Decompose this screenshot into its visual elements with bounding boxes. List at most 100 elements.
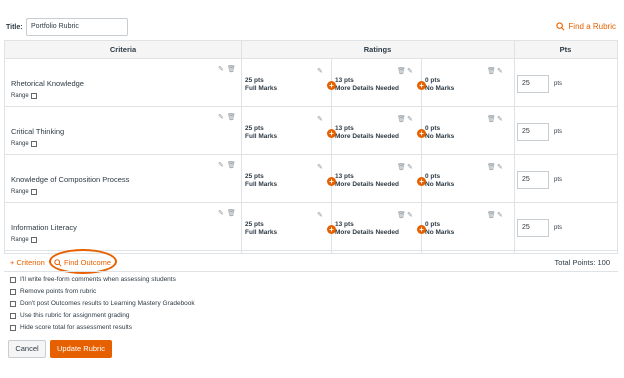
option-checkbox[interactable] [10,300,16,307]
edit-icon[interactable]: ✎ [497,67,503,75]
rating-cell[interactable]: 0 pts No Marks [425,221,454,237]
update-rubric-button[interactable]: Update Rubric [50,340,112,358]
rating-cell[interactable]: 13 pts More Details Needed [335,173,399,189]
trash-icon[interactable]: 🗑 [397,67,406,75]
edit-icon[interactable]: ✎ [317,163,323,171]
rating-cell[interactable]: 25 pts Full Marks [245,221,277,237]
rubric-option[interactable]: Use this rubric for assignment grading [10,312,129,319]
trash-icon[interactable]: 🗑 [487,67,496,75]
edit-icon[interactable]: ✎ [407,115,413,123]
rating-cell[interactable]: 0 pts No Marks [425,173,454,189]
range-label: Range [11,93,29,99]
option-checkbox[interactable] [10,324,16,331]
edit-icon[interactable]: ✎ [317,115,323,123]
edit-icon[interactable]: ✎ [407,211,413,219]
rating-points: 0 pts [425,221,441,228]
edit-icon[interactable]: ✎ [407,67,413,75]
trash-icon[interactable]: 🗑 [487,115,496,123]
criterion-row: Rhetorical Knowledge Range ✎ 🗑 25 pts Full Ma… [5,59,617,107]
rating-cell[interactable]: 0 pts No Marks [425,77,454,93]
rating-points: 25 pts [245,173,264,180]
rating-cell[interactable]: 13 pts More Details Needed [335,77,399,93]
search-icon [556,22,565,31]
trash-icon[interactable]: 🗑 [487,211,496,219]
edit-icon[interactable]: ✎ [497,211,503,219]
criterion-row: Information Literacy Range ✎ 🗑 25 pts Full Ma… [5,203,617,251]
rating-cell[interactable]: 13 pts More Details Needed [335,125,399,141]
rubric-option[interactable]: Hide score total for assessment results [10,324,132,331]
edit-icon[interactable]: ✎ [497,115,503,123]
trash-icon[interactable]: 🗑 [397,115,406,123]
range-checkbox[interactable] [30,189,37,195]
edit-icon[interactable]: ✎ [218,161,224,169]
range-toggle[interactable]: Range [11,237,37,243]
points-unit: pts [554,225,563,231]
trash-icon[interactable]: 🗑 [227,65,236,73]
points-input[interactable]: 25 [517,75,549,93]
rubric-option[interactable]: I'll write free-form comments when asses… [10,276,176,283]
add-criterion-button[interactable]: + Criterion [10,258,45,267]
edit-icon[interactable]: ✎ [218,113,224,121]
rating-description: No Marks [425,85,455,92]
rubric-option[interactable]: Don't post Outcomes results to Learning … [10,300,195,307]
criterion-name: Information Literacy [11,223,77,232]
rating-description: More Details Needed [335,181,399,188]
rating-points: 25 pts [245,125,264,132]
edit-icon[interactable]: ✎ [407,163,413,171]
rating-description: No Marks [425,133,455,140]
title-input[interactable]: Portfolio Rubric [26,18,128,36]
edit-icon[interactable]: ✎ [218,209,224,217]
range-toggle[interactable]: Range [11,189,37,195]
rubric-option[interactable]: Remove points from rubric [10,288,96,295]
edit-icon[interactable]: ✎ [317,211,323,219]
trash-icon[interactable]: 🗑 [487,163,496,171]
find-rubric-link[interactable]: Find a Rubric [556,22,616,31]
add-rating-icon[interactable]: + [417,129,426,138]
points-input[interactable]: 25 [517,171,549,189]
range-checkbox[interactable] [30,93,37,99]
option-label: I'll write free-form comments when asses… [20,276,176,283]
rating-points: 0 pts [425,173,441,180]
range-toggle[interactable]: Range [11,141,37,147]
option-checkbox[interactable] [10,288,16,295]
criterion-row: Critical Thinking Range ✎ 🗑 25 pts Full Marks… [5,107,617,155]
add-rating-icon[interactable]: + [417,81,426,90]
add-rating-icon[interactable]: + [327,81,336,90]
add-rating-icon[interactable]: + [327,177,336,186]
rating-points: 13 pts [335,77,354,84]
points-input[interactable]: 25 [517,123,549,141]
title-label: Title: [6,24,23,31]
trash-icon[interactable]: 🗑 [227,161,236,169]
points-unit: pts [554,177,563,183]
rating-cell[interactable]: 13 pts More Details Needed [335,221,399,237]
add-rating-icon[interactable]: + [417,225,426,234]
add-rating-icon[interactable]: + [417,177,426,186]
rating-cell[interactable]: 25 pts Full Marks [245,173,277,189]
trash-icon[interactable]: 🗑 [397,211,406,219]
add-rating-icon[interactable]: + [327,225,336,234]
rating-cell[interactable]: 0 pts No Marks [425,125,454,141]
range-label: Range [11,189,29,195]
edit-icon[interactable]: ✎ [317,67,323,75]
range-toggle[interactable]: Range [11,93,37,99]
rating-cell[interactable]: 25 pts Full Marks [245,77,277,93]
edit-icon[interactable]: ✎ [497,163,503,171]
trash-icon[interactable]: 🗑 [227,113,236,121]
edit-icon[interactable]: ✎ [218,65,224,73]
option-checkbox[interactable] [10,276,16,283]
rating-cell[interactable]: 25 pts Full Marks [245,125,277,141]
trash-icon[interactable]: 🗑 [397,163,406,171]
range-label: Range [11,237,29,243]
rating-points: 0 pts [425,77,441,84]
option-checkbox[interactable] [10,312,16,319]
total-points: Total Points: 100 [554,258,610,267]
points-input[interactable]: 25 [517,219,549,237]
rating-points: 25 pts [245,221,264,228]
cancel-button[interactable]: Cancel [8,340,46,358]
range-checkbox[interactable] [30,237,37,243]
range-checkbox[interactable] [30,141,37,147]
trash-icon[interactable]: 🗑 [227,209,236,217]
add-rating-icon[interactable]: + [327,129,336,138]
criterion-name: Rhetorical Knowledge [11,79,84,88]
rubric-table: Criteria Ratings Pts Rhetorical Knowledg… [4,40,618,254]
